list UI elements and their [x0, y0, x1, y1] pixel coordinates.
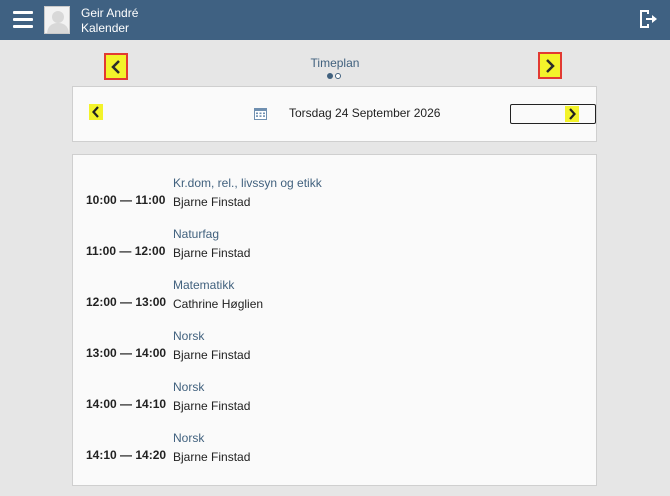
schedule-list: 10:00 — 11:00 Kr.dom, rel., livssyn og e…	[72, 154, 597, 486]
page-dot[interactable]	[335, 73, 341, 79]
page-dot-active[interactable]	[327, 73, 333, 79]
lesson-time: 13:00 — 14:00	[86, 346, 167, 360]
user-silhouette-icon	[47, 11, 69, 33]
calendar-icon	[254, 108, 267, 120]
lesson-teacher: Bjarne Finstad	[173, 195, 251, 209]
next-week-button[interactable]	[538, 52, 562, 79]
lesson-teacher: Bjarne Finstad	[173, 399, 251, 413]
lesson-teacher: Bjarne Finstad	[173, 246, 251, 260]
lesson-time: 10:00 — 11:00	[86, 193, 166, 207]
schedule-row: 10:00 — 11:00 Kr.dom, rel., livssyn og e…	[73, 176, 596, 227]
schedule-row: 12:00 — 13:00 Matematikk Cathrine Høglie…	[73, 278, 596, 329]
logout-button[interactable]	[638, 9, 658, 29]
lesson-teacher: Bjarne Finstad	[173, 450, 251, 464]
lesson-subject-link[interactable]: Norsk	[173, 380, 204, 394]
section-title: Kalender	[81, 21, 130, 35]
user-name: Geir André	[81, 6, 139, 20]
next-day-button[interactable]	[510, 104, 596, 124]
lesson-subject-link[interactable]: Norsk	[173, 329, 204, 343]
lesson-teacher: Cathrine Høglien	[173, 297, 264, 311]
logout-door-icon	[640, 10, 657, 28]
chevron-left-icon	[92, 106, 99, 118]
schedule-row: 13:00 — 14:00 Norsk Bjarne Finstad	[73, 329, 596, 380]
schedule-row: 14:00 — 14:10 Norsk Bjarne Finstad	[73, 380, 596, 431]
page-indicator	[327, 73, 343, 79]
avatar	[44, 6, 70, 34]
lesson-time: 12:00 — 13:00	[86, 295, 167, 309]
lesson-time: 14:00 — 14:10	[86, 397, 167, 411]
lesson-subject-link[interactable]: Naturfag	[173, 227, 219, 241]
lesson-subject-link[interactable]: Matematikk	[173, 278, 234, 292]
lesson-time: 11:00 — 12:00	[86, 244, 166, 258]
lesson-time: 14:10 — 14:20	[86, 448, 167, 462]
lesson-subject-link[interactable]: Norsk	[173, 431, 204, 445]
hamburger-menu-icon[interactable]	[13, 11, 33, 29]
previous-day-button[interactable]	[89, 104, 103, 120]
lesson-teacher: Bjarne Finstad	[173, 348, 251, 362]
schedule-row: 14:10 — 14:20 Norsk Bjarne Finstad	[73, 431, 596, 482]
top-bar: Geir André Kalender	[0, 0, 670, 40]
next-day-arrow[interactable]	[565, 106, 579, 122]
lesson-subject-link[interactable]: Kr.dom, rel., livssyn og etikk	[173, 176, 322, 190]
schedule-row: 11:00 — 12:00 Naturfag Bjarne Finstad	[73, 227, 596, 278]
current-date: Torsdag 24 September 2026	[289, 106, 441, 120]
chevron-right-icon	[546, 58, 555, 73]
timeplan-title: Timeplan	[310, 56, 360, 70]
date-navigation: Torsdag 24 September 2026	[72, 86, 597, 142]
chevron-right-icon	[569, 108, 576, 120]
